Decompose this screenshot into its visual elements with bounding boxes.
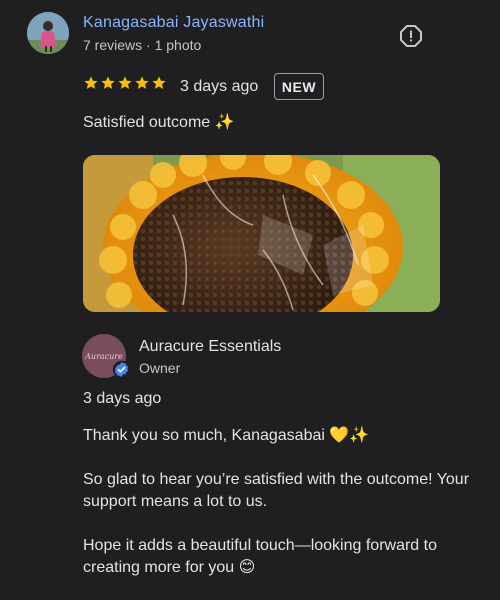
reply-paragraph: Hope it adds a beautiful touch—looking f…: [83, 537, 437, 576]
report-review-button[interactable]: [399, 24, 423, 48]
owner-name[interactable]: Auracure Essentials: [139, 338, 281, 356]
star-rating: [83, 75, 167, 91]
reply-paragraph: Thank you so much, Kanagasabai 💛✨: [83, 427, 370, 444]
star-icon: [117, 75, 133, 91]
new-badge: NEW: [274, 73, 324, 100]
sunflower-crochet-photo-icon: [83, 155, 440, 312]
reviewer-avatar[interactable]: [27, 12, 69, 54]
star-icon: [83, 75, 99, 91]
star-icon: [100, 75, 116, 91]
review-card: Kanagasabai Jayaswathi 7 reviews · 1 pho…: [0, 0, 500, 600]
reply-paragraph: So glad to hear you’re satisfied with th…: [83, 471, 470, 510]
reviewer-meta: 7 reviews · 1 photo: [83, 37, 202, 53]
review-text: Satisfied outcome ✨: [83, 114, 235, 131]
reviewer-name[interactable]: Kanagasabai Jayaswathi: [83, 14, 264, 32]
star-icon: [134, 75, 150, 91]
verified-badge-icon: [112, 360, 131, 379]
report-icon: [400, 25, 422, 47]
owner-role: Owner: [139, 360, 181, 376]
owner-reply-text: Thank you so much, Kanagasabai 💛✨ So gla…: [83, 425, 473, 600]
star-icon: [151, 75, 167, 91]
reply-date: 3 days ago: [83, 390, 162, 407]
review-photo[interactable]: [83, 155, 440, 312]
review-date: 3 days ago: [180, 78, 259, 95]
